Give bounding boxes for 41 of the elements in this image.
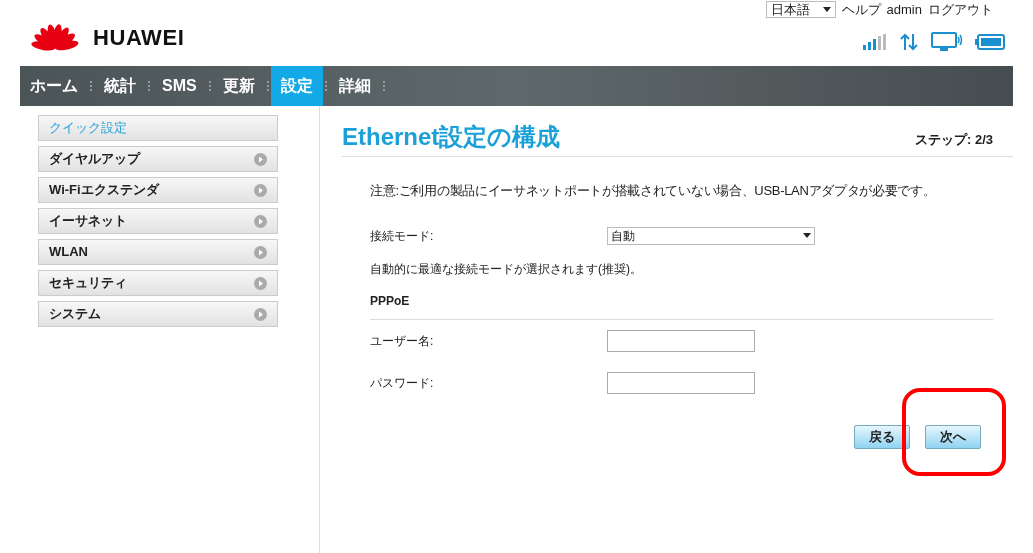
brand-name: HUAWEI bbox=[93, 23, 185, 52]
sidebar-item[interactable]: WLAN bbox=[38, 239, 278, 265]
header-link[interactable]: admin bbox=[886, 0, 922, 20]
mode-select[interactable]: 自動 bbox=[607, 226, 815, 245]
field-label: パスワード: bbox=[370, 374, 435, 392]
sidebar-item[interactable]: Wi-Fiエクステンダ bbox=[38, 177, 278, 203]
separator-icon bbox=[90, 81, 92, 91]
battery-icon bbox=[975, 33, 1005, 50]
caret-icon bbox=[803, 233, 811, 238]
header-link[interactable]: ログアウト bbox=[928, 0, 993, 20]
monitor-icon bbox=[931, 31, 963, 52]
nav-tab[interactable]: 統計 bbox=[94, 66, 146, 106]
hint-text: 自動的に最適な接続モードが選択されます(推奨)。 bbox=[370, 260, 643, 278]
transfer-arrows-icon bbox=[899, 32, 919, 51]
sidebar-item[interactable]: イーサネット bbox=[38, 208, 278, 234]
nav-tab[interactable]: 詳細 bbox=[328, 66, 381, 106]
text-input[interactable] bbox=[607, 371, 755, 394]
step-indicator: ステップ: 2/3 bbox=[915, 130, 993, 149]
field-label: 接続モード: bbox=[370, 227, 435, 245]
nav-button[interactable]: 次へ bbox=[925, 424, 981, 449]
caret-icon bbox=[822, 7, 831, 13]
header-link[interactable]: ヘルプ bbox=[841, 0, 881, 20]
nav-tab[interactable]: 更新 bbox=[212, 66, 265, 106]
nav-button[interactable]: 戻る bbox=[854, 424, 910, 449]
separator-icon bbox=[208, 81, 211, 91]
sidebar-item[interactable]: ダイヤルアップ bbox=[38, 146, 278, 172]
sidebar-item[interactable]: セキュリティ bbox=[38, 270, 278, 296]
field-label: ユーザー名: bbox=[370, 332, 435, 350]
page-title: Ethernet設定の構成 bbox=[342, 122, 561, 152]
sidebar-item[interactable]: システム bbox=[38, 301, 278, 327]
text-input[interactable] bbox=[607, 329, 755, 352]
nav-tab[interactable]: ホーム bbox=[20, 66, 88, 106]
language-select[interactable]: 日本語 bbox=[765, 1, 836, 19]
separator-icon bbox=[266, 81, 269, 91]
separator-icon bbox=[382, 81, 385, 91]
nav-tab[interactable]: SMS bbox=[152, 66, 207, 106]
signal-icon bbox=[863, 33, 887, 50]
section-heading: PPPoE bbox=[370, 291, 993, 320]
separator-icon bbox=[148, 81, 150, 91]
note-text: 注意:ご利用の製品にイーサネットポートが搭載されていない場合、USB-LANアダプタが必要です。 bbox=[370, 182, 937, 200]
separator-icon bbox=[324, 81, 327, 91]
